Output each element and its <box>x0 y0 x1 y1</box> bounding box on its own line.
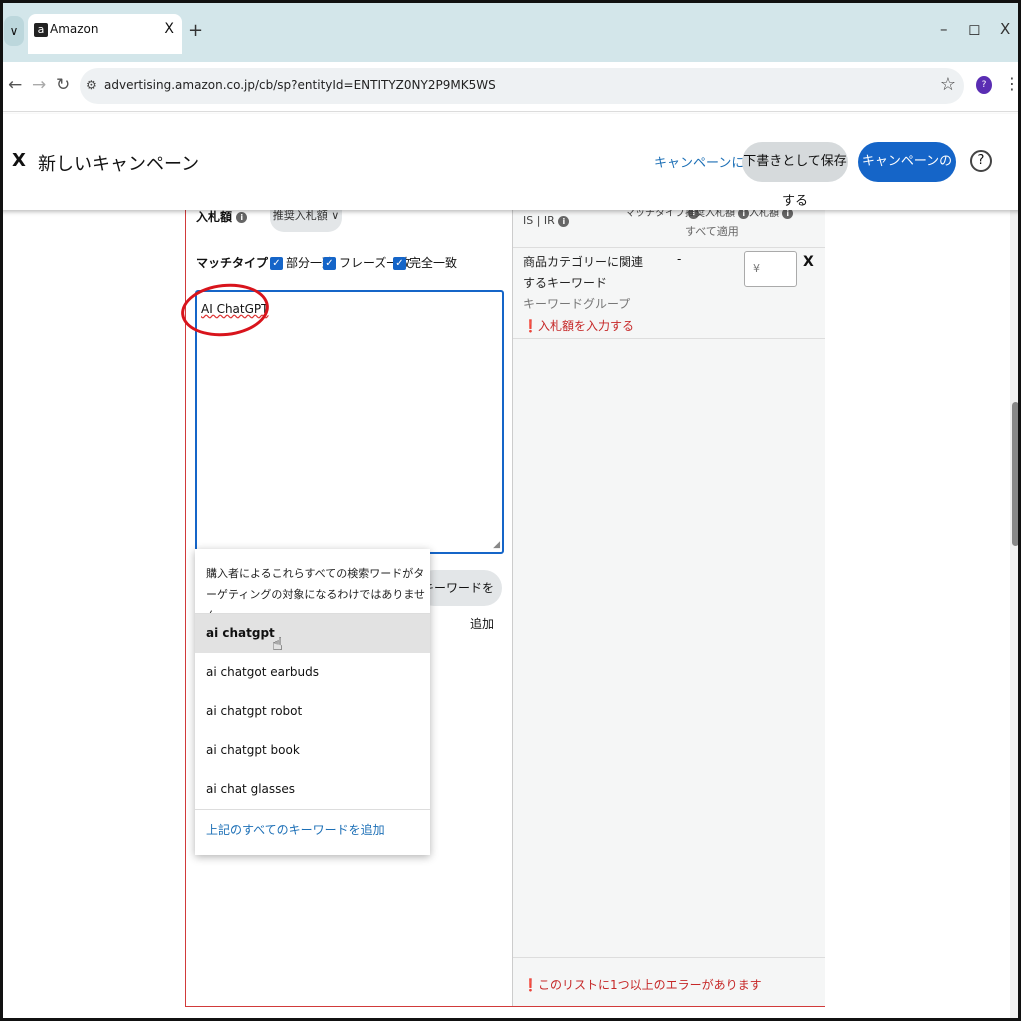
scrollbar-thumb[interactable] <box>1012 402 1019 546</box>
amazon-favicon-icon: a <box>34 23 48 37</box>
keyword-row-suggested-bid: - <box>677 252 682 266</box>
divider <box>513 957 825 958</box>
match-option-label: 完全一致 <box>409 256 458 270</box>
tab-search-chevron-icon[interactable]: ∨ <box>4 16 24 46</box>
forward-icon[interactable]: → <box>32 75 46 95</box>
help-icon[interactable]: ? <box>970 150 992 172</box>
browser-tab-bar: ∨ a Amazon X + – ◻ X <box>0 0 1021 62</box>
match-exact-checkbox[interactable]: ✓ 完全一致 <box>393 254 457 271</box>
keyword-suggestions-dropdown: 購入者によるこれらすべての検索ワードがターゲティングの対象になるわけではありませ… <box>195 549 430 855</box>
bid-label: 入札額 i <box>196 208 248 225</box>
back-icon[interactable]: ← <box>8 75 22 95</box>
match-type-label-text: マッチタイプ <box>196 256 269 270</box>
browser-menu-icon[interactable]: ⋮ <box>1004 74 1020 93</box>
resize-grip-icon[interactable]: ◢ <box>493 540 500 550</box>
keyword-row-error-text: 入札額を入力する <box>537 319 634 333</box>
reload-icon[interactable]: ↻ <box>56 75 70 95</box>
apply-all-link[interactable]: すべて適用 <box>685 223 739 239</box>
url-field[interactable]: ⚙ advertising.amazon.co.jp/cb/sp?entityI… <box>80 68 964 104</box>
keyword-row-error: ❗入札額を入力する <box>523 317 634 334</box>
bid-label-text: 入札額 <box>196 210 233 224</box>
bookmark-star-icon[interactable]: ☆ <box>940 74 956 95</box>
added-keywords-column: IS | IR i マッチタイプ i 推奨入札額 i すべて適用 入札額 i 商… <box>512 196 825 1006</box>
page-title: 新しいキャンペーン <box>38 154 200 175</box>
address-bar-row: ← → ↻ ⚙ advertising.amazon.co.jp/cb/sp?e… <box>0 62 1021 112</box>
tab-title: Amazon <box>50 22 99 36</box>
start-campaign-button[interactable]: キャンペーンの開始 <box>858 142 956 209</box>
info-icon[interactable]: i <box>558 215 570 227</box>
error-icon: ❗ <box>523 978 538 992</box>
col-header-is-ir: IS | IR i <box>523 214 570 227</box>
suggestion-item[interactable]: ai chatgpt book <box>195 731 430 770</box>
divider <box>513 338 825 339</box>
hand-cursor-icon: ☝ <box>272 634 283 655</box>
campaign-header: X 新しいキャンペーン キャンペーンに戻る 下書きとして保存する キャンペーンの… <box>0 114 1021 210</box>
minimize-icon[interactable]: – <box>940 20 948 38</box>
error-icon: ❗ <box>523 319 538 333</box>
save-draft-button[interactable]: 下書きとして保存する <box>742 142 848 209</box>
checkbox-checked-icon[interactable]: ✓ <box>393 257 406 270</box>
list-error-text: このリストに1つ以上のエラーがあります <box>537 978 762 992</box>
keyword-row-name: 商品カテゴリーに関連するキーワード <box>523 255 644 290</box>
info-icon[interactable]: i <box>236 212 248 223</box>
new-tab-icon[interactable]: + <box>188 20 203 41</box>
site-settings-icon[interactable]: ⚙ <box>86 78 97 92</box>
window-close-icon[interactable]: X <box>1000 20 1010 38</box>
browser-tab[interactable]: a Amazon X <box>28 14 182 54</box>
bid-amount-input[interactable]: ¥ <box>744 251 797 287</box>
remove-keyword-icon[interactable]: X <box>803 254 814 270</box>
divider <box>195 809 430 810</box>
close-icon[interactable]: X <box>12 150 26 171</box>
maximize-icon[interactable]: ◻ <box>968 20 980 38</box>
suggestion-item[interactable]: ai chatgot earbuds <box>195 653 430 692</box>
suggestion-item[interactable]: ai chat glasses <box>195 770 430 809</box>
scrollbar[interactable] <box>1010 114 1021 1021</box>
suggestion-item[interactable]: ai chatgpt <box>195 614 430 653</box>
profile-avatar[interactable]: ? <box>976 76 992 94</box>
tab-close-icon[interactable]: X <box>164 21 174 37</box>
url-text: advertising.amazon.co.jp/cb/sp?entityId=… <box>104 78 496 92</box>
list-error-message: ❗このリストに1つ以上のエラーがあります <box>523 976 762 993</box>
keyword-row-group: キーワードグループ <box>523 297 631 311</box>
divider <box>513 247 825 248</box>
add-all-keywords-link[interactable]: 上記のすべてのキーワードを追加 <box>206 821 385 838</box>
col-header-is-ir-text: IS | IR <box>523 214 555 227</box>
checkbox-checked-icon[interactable]: ✓ <box>323 257 336 270</box>
checkbox-checked-icon[interactable]: ✓ <box>270 257 283 270</box>
suggestion-item[interactable]: ai chatgpt robot <box>195 692 430 731</box>
